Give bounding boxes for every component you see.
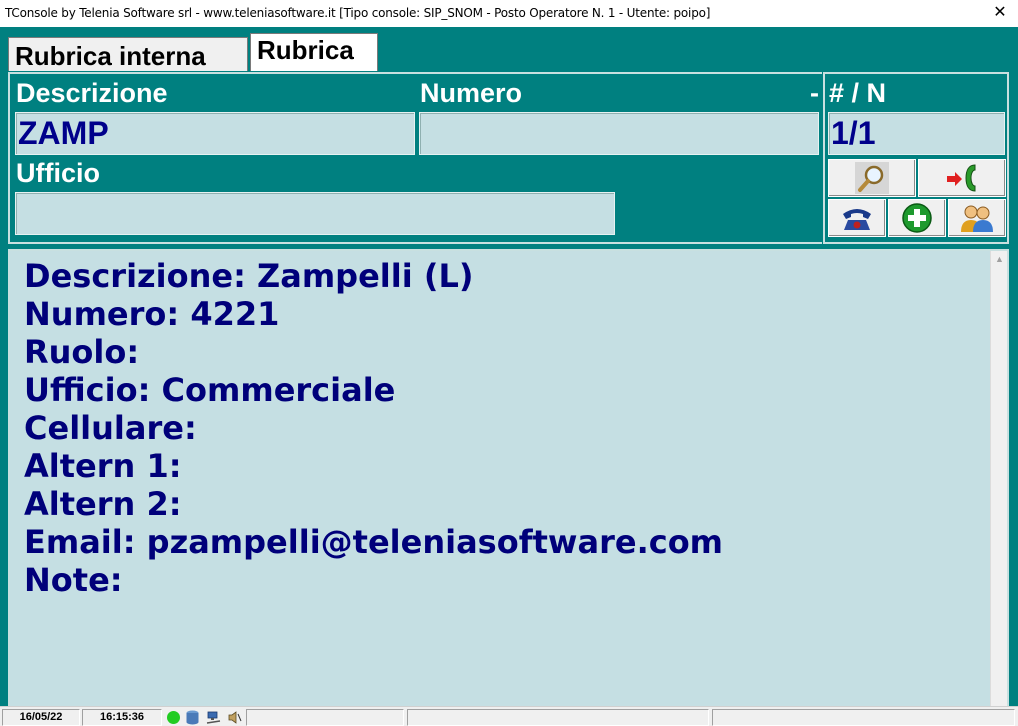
status-field-2 — [407, 709, 709, 726]
green-status-icon — [167, 711, 180, 724]
call-button[interactable] — [828, 199, 886, 237]
window-title: TConsole by Telenia Software srl - www.t… — [5, 6, 711, 20]
status-field-3 — [712, 709, 1015, 726]
detail-line-note: Note: — [24, 561, 123, 599]
contact-detail-panel[interactable]: Descrizione: Zampelli (L) Numero: 4221 R… — [8, 249, 1009, 723]
count-value: 1/1 — [828, 112, 1005, 155]
detail-line-descrizione: Descrizione: Zampelli (L) — [24, 257, 474, 295]
status-bar: 16/05/22 16:15:36 — [0, 706, 1018, 726]
detail-line-numero: Numero: 4221 — [24, 295, 280, 333]
close-button[interactable]: ✕ — [990, 3, 1010, 23]
detail-line-altern-1: Altern 1: — [24, 447, 182, 485]
search-button[interactable] — [828, 159, 916, 197]
count-label: # / N — [829, 78, 887, 108]
telephone-icon — [843, 209, 871, 230]
scroll-up-icon[interactable]: ▲ — [991, 251, 1008, 268]
contact-detail-text: Descrizione: Zampelli (L) Numero: 4221 R… — [24, 257, 723, 599]
title-bar: TConsole by Telenia Software srl - www.t… — [0, 0, 1018, 27]
network-icon — [206, 711, 221, 724]
dash-label: - — [810, 78, 819, 108]
descrizione-label: Descrizione — [16, 78, 168, 108]
ufficio-input[interactable] — [15, 192, 615, 235]
descrizione-input[interactable]: ZAMP — [15, 112, 415, 155]
magnifier-icon — [855, 162, 889, 194]
numero-input[interactable] — [419, 112, 819, 155]
contacts-button[interactable] — [948, 199, 1006, 237]
database-icon — [186, 710, 199, 725]
transfer-button[interactable] — [918, 159, 1006, 197]
plus-circle-icon — [902, 203, 932, 233]
detail-line-email: Email: pzampelli@teleniasoftware.com — [24, 523, 724, 561]
status-field-1 — [246, 709, 404, 726]
status-date: 16/05/22 — [2, 709, 80, 726]
call-transfer-icon — [947, 164, 976, 192]
vertical-scrollbar[interactable]: ▲ ▼ — [990, 251, 1007, 721]
search-panel: Descrizione Numero - ZAMP Ufficio — [8, 72, 822, 244]
detail-line-ufficio: Ufficio: Commerciale — [24, 371, 396, 409]
detail-line-cellulare: Cellulare: — [24, 409, 197, 447]
tab-rubrica-interna[interactable]: Rubrica interna — [8, 37, 248, 71]
tab-rubrica[interactable]: Rubrica — [250, 33, 378, 71]
status-time: 16:15:36 — [82, 709, 162, 726]
ufficio-label: Ufficio — [16, 158, 100, 188]
speaker-icon[interactable] — [227, 710, 242, 725]
result-panel: # / N 1/1 — [823, 72, 1009, 244]
add-button[interactable] — [888, 199, 946, 237]
numero-label: Numero — [420, 78, 523, 108]
users-icon — [961, 205, 993, 232]
detail-line-altern-2: Altern 2: — [24, 485, 182, 523]
detail-line-ruolo: Ruolo: — [24, 333, 140, 371]
app-area: Rubrica interna Rubrica Descrizione Nume… — [0, 27, 1018, 723]
